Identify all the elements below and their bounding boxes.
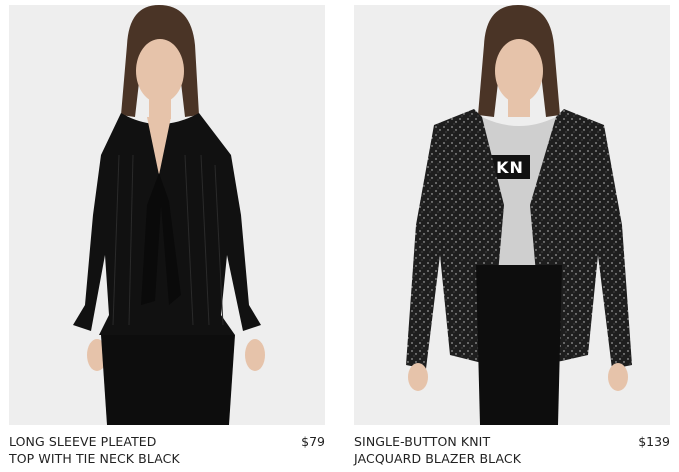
product-info: LONG SLEEVE PLEATED TOP WITH TIE NECK BL… — [9, 433, 325, 471]
product-price: $79 — [301, 434, 325, 449]
product-info: SINGLE-BUTTON KNIT JACQUARD BLAZER BLACK… — [354, 433, 670, 471]
shirt-print-text: KN — [496, 158, 524, 177]
product-price: $139 — [638, 434, 670, 449]
product-name-line2: TOP WITH TIE NECK BLACK — [9, 451, 180, 466]
product-name-line1: LONG SLEEVE PLEATED — [9, 434, 157, 449]
product-name[interactable]: SINGLE-BUTTON KNIT JACQUARD BLAZER BLACK — [354, 433, 594, 467]
product-card[interactable]: KN SINGLE-BUTTON KNIT JACQUARD BLAZER BL… — [354, 5, 670, 466]
product-image[interactable] — [9, 5, 325, 425]
product-name-line1: SINGLE-BUTTON KNIT — [354, 434, 491, 449]
product-image[interactable]: KN — [354, 5, 670, 425]
model-photo — [354, 5, 670, 425]
product-name[interactable]: LONG SLEEVE PLEATED TOP WITH TIE NECK BL… — [9, 433, 249, 467]
product-card[interactable]: LONG SLEEVE PLEATED TOP WITH TIE NECK BL… — [9, 5, 325, 466]
product-name-line2: JACQUARD BLAZER BLACK — [354, 451, 522, 466]
product-grid: LONG SLEEVE PLEATED TOP WITH TIE NECK BL… — [0, 0, 679, 472]
model-photo — [9, 5, 325, 425]
